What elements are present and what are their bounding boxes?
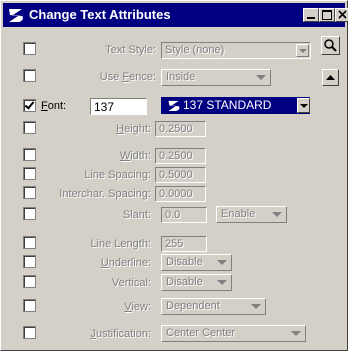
scroll-up-button[interactable] [322,69,339,86]
view-checkbox[interactable] [23,299,36,312]
underline-label-post: nderline: [108,257,151,269]
height-input[interactable]: 0.2500 [155,121,206,137]
triangle-up-icon [326,75,335,80]
find-text-style-button[interactable] [321,36,340,55]
chevron-down-icon [291,331,301,336]
height-label: Height: [116,123,151,135]
font-label-post: ont: [47,100,67,112]
window-title: Change Text Attributes [29,7,171,22]
justification-label: Justification: [90,328,151,340]
vertical-checkbox[interactable] [23,275,36,288]
underline-label-accel: U [100,257,109,269]
close-button[interactable] [335,8,348,22]
maximize-icon [322,10,332,20]
use-fence-value: Inside [166,71,196,83]
chevron-down-icon [217,280,227,285]
use-fence-label-pre: Use [99,71,123,83]
justification-checkbox[interactable] [23,326,36,339]
interchar-spacing-input[interactable]: 0.0000 [155,186,206,202]
view-label: View: [124,301,151,313]
text-style-checkbox[interactable] [23,42,36,55]
height-label-accel: H [116,123,125,135]
width-checkbox[interactable] [23,148,36,161]
view-label-post: iew: [131,301,151,313]
chevron-down-icon [272,212,282,217]
height-label-post: eight: [124,123,151,135]
font-selector[interactable]: 137 STANDARD [161,97,310,114]
vertical-value: Disable [166,276,203,288]
width-label: Width: [120,150,151,162]
line-length-checkbox[interactable] [23,236,36,249]
chevron-down-icon [296,44,309,57]
use-fence-checkbox[interactable] [23,69,36,82]
view-dropdown[interactable]: Dependent [161,298,266,315]
line-length-label: Line Length: [90,238,151,250]
use-fence-label: Use Fence: [100,71,156,83]
justification-dropdown[interactable]: Center Center [161,325,306,342]
minimize-button[interactable] [303,8,319,22]
magnifier-icon [324,39,337,52]
chevron-down-icon [251,304,261,309]
microstation-logo-icon [168,100,180,111]
width-label-accel: W [119,150,131,162]
slant-label: Slant: [122,209,151,221]
interchar-spacing-label: Interchar. Spacing: [59,188,151,200]
slant-input[interactable]: 0.0 [161,207,207,223]
use-fence-dropdown[interactable]: Inside [161,69,271,86]
underline-value: Disable [166,256,203,268]
slant-checkbox[interactable] [23,207,36,220]
change-text-attributes-window: Change Text Attributes Text Style: Style… [0,0,348,351]
text-style-label: Text Style: [105,44,156,56]
width-label-post: idth: [130,150,151,162]
justification-value: Center Center [166,327,236,339]
font-selected-name: 137 STANDARD [183,98,272,112]
font-checkbox[interactable] [23,99,36,112]
font-label-accel: F [41,100,48,112]
chevron-down-icon[interactable] [297,98,310,113]
underline-checkbox[interactable] [23,255,36,268]
close-icon [338,10,347,19]
line-spacing-checkbox[interactable] [23,167,36,180]
justification-label-post: ustification: [95,328,151,340]
line-spacing-input[interactable]: 0.5000 [155,167,206,183]
font-label: Font: [41,100,66,112]
view-value: Dependent [166,300,220,312]
maximize-button[interactable] [319,8,335,22]
underline-dropdown[interactable]: Disable [161,254,232,271]
text-style-value: Style (none) [165,44,225,56]
font-number-input[interactable]: 137 [90,98,147,115]
height-checkbox[interactable] [23,121,36,134]
minimize-icon [307,17,315,19]
chevron-down-icon [256,75,266,80]
vertical-label: Vertical: [111,277,151,289]
line-spacing-label: Line Spacing: [84,169,151,181]
chevron-down-icon [217,260,227,265]
slant-mode-value: Enable [221,208,256,220]
microstation-logo-icon [9,9,23,22]
line-length-input[interactable]: 255 [161,236,207,252]
underline-label: Underline: [101,257,151,269]
slant-mode-dropdown[interactable]: Enable [216,206,287,223]
text-style-combo[interactable]: Style (none) [161,42,311,59]
width-input[interactable]: 0.2500 [155,148,206,164]
vertical-dropdown[interactable]: Disable [161,274,232,291]
title-bar[interactable]: Change Text Attributes [3,3,348,27]
use-fence-label-post: ence: [129,71,156,83]
interchar-spacing-checkbox[interactable] [23,186,36,199]
